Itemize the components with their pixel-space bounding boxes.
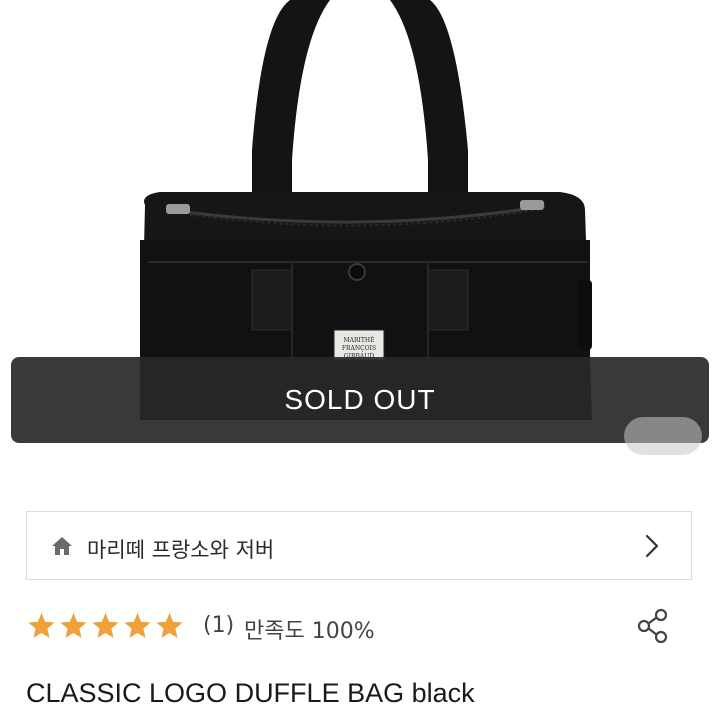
brand-link[interactable]: 마리떼 프랑소와 저버 <box>26 511 692 580</box>
brand-name: 마리떼 프랑소와 저버 <box>87 538 275 562</box>
rating-row: (1) 만족도 100% <box>26 608 696 644</box>
share-icon[interactable] <box>636 608 670 644</box>
star-icon <box>28 612 55 638</box>
star-icon <box>60 612 87 638</box>
product-image[interactable]: MARITHÉ FRANÇOIS GIRBAUD SOLD OUT <box>0 0 720 470</box>
star-icon <box>156 612 183 638</box>
chevron-right-icon <box>645 534 659 558</box>
star-icon <box>92 612 119 638</box>
product-title: CLASSIC LOGO DUFFLE BAG black <box>26 678 475 708</box>
sold-out-overlay: SOLD OUT <box>11 357 709 443</box>
review-count[interactable]: (1) <box>203 613 234 638</box>
image-pager-indicator <box>624 417 702 455</box>
satisfaction-rate: 만족도 100% <box>244 619 375 644</box>
svg-text:FRANÇOIS: FRANÇOIS <box>342 345 376 352</box>
star-rating <box>26 611 185 641</box>
star-icon <box>124 612 151 638</box>
home-icon <box>52 537 72 555</box>
svg-text:MARITHÉ: MARITHÉ <box>344 336 375 344</box>
